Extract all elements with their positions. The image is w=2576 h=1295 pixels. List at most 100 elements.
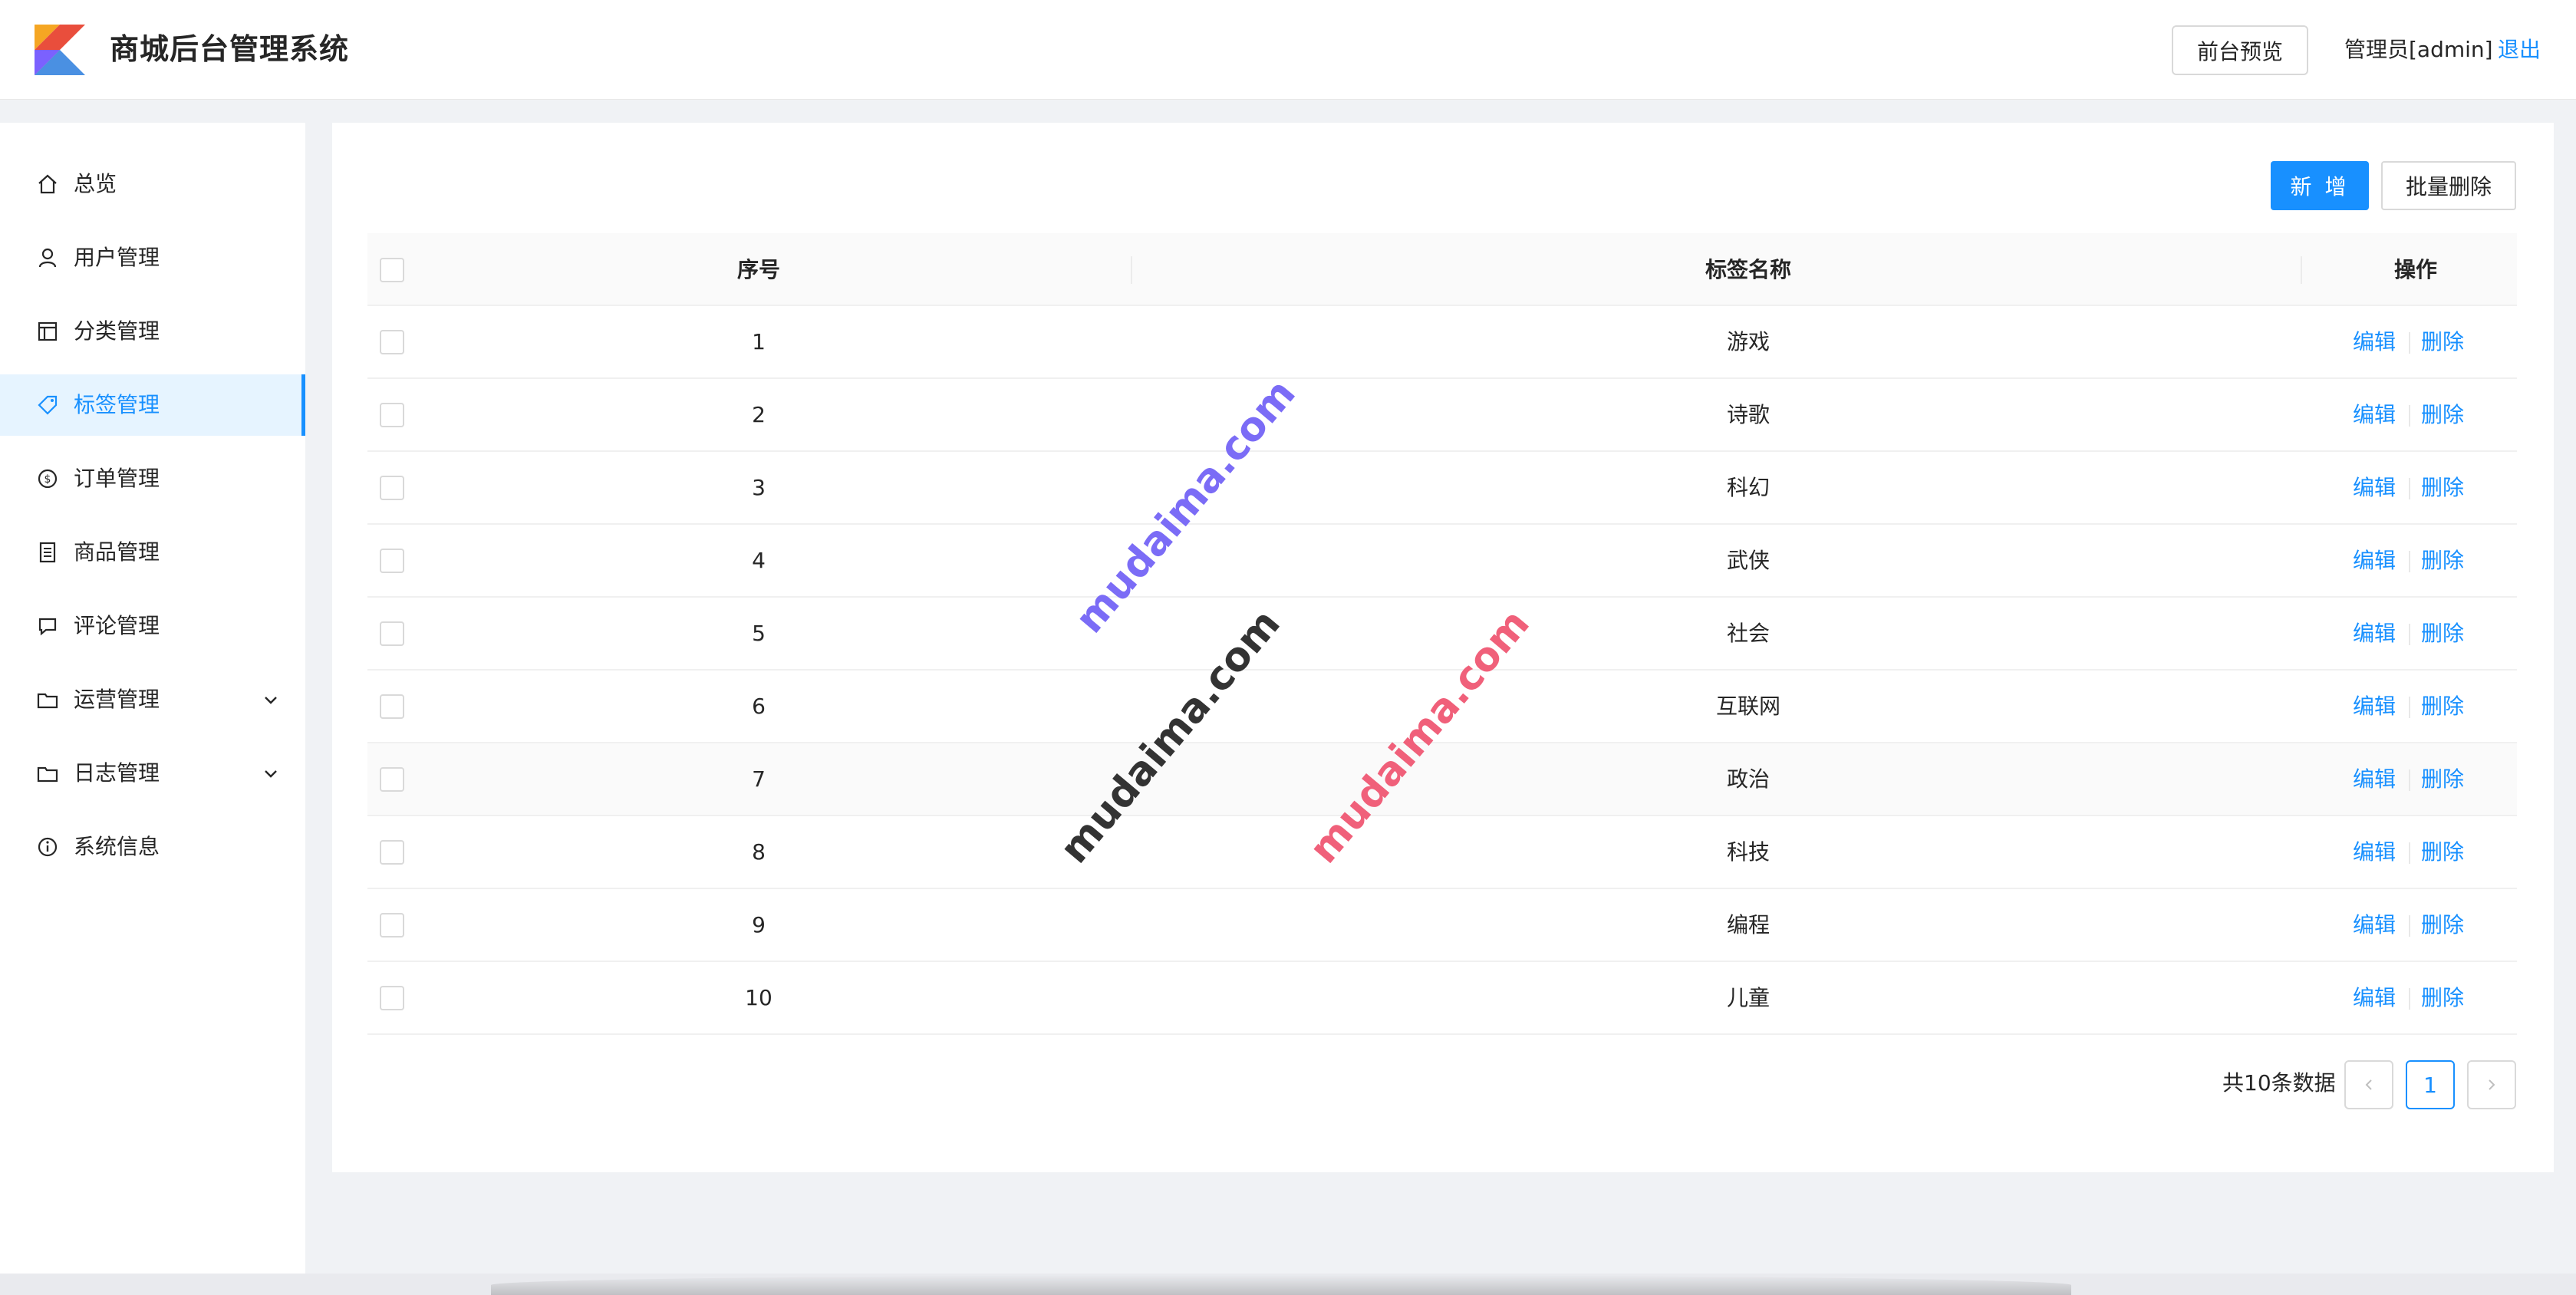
row-checkbox[interactable] [380, 767, 404, 792]
sidebar-item-label: 系统信息 [74, 834, 160, 859]
logout-link[interactable]: 退出 [2498, 34, 2541, 66]
sidebar-item-label: 用户管理 [74, 245, 160, 270]
edit-link[interactable]: 编辑 [2353, 379, 2396, 450]
row-tag-name: 编程 [1726, 912, 1770, 937]
sidebar-item-operations[interactable]: 运营管理 [0, 669, 305, 730]
delete-link[interactable]: 删除 [2421, 452, 2464, 523]
sidebar-item-categories[interactable]: 分类管理 [0, 301, 305, 362]
folder-icon [37, 766, 58, 783]
folder-icon [37, 693, 58, 709]
edit-link[interactable]: 编辑 [2353, 743, 2396, 815]
table-row[interactable]: 10 儿童 编辑 删除 [367, 962, 2517, 1035]
chevron-down-icon[interactable] [261, 690, 281, 710]
select-all-checkbox[interactable] [380, 258, 404, 282]
sidebar-item-label: 运营管理 [74, 687, 160, 712]
sidebar-item-users[interactable]: 用户管理 [0, 227, 305, 288]
sidebar-item-label: 分类管理 [74, 318, 160, 344]
chevron-right-icon [2489, 1079, 2495, 1090]
next-page-button[interactable] [2467, 1060, 2516, 1109]
sidebar-item-label: 总览 [74, 171, 117, 196]
table-row[interactable]: 2 诗歌 编辑 删除 [367, 379, 2517, 452]
sidebar-item-products[interactable]: 商品管理 [0, 522, 305, 583]
sidebar-item-system-info[interactable]: 系统信息 [0, 816, 305, 878]
dollar-icon: $ [38, 469, 58, 489]
user-icon [38, 248, 57, 268]
delete-link[interactable]: 删除 [2421, 743, 2464, 815]
table-row[interactable]: 9 编程 编辑 删除 [367, 889, 2517, 962]
delete-link[interactable]: 删除 [2421, 306, 2464, 377]
sidebar-item-tags[interactable]: 标签管理 [0, 374, 305, 436]
prev-page-button[interactable] [2344, 1060, 2393, 1109]
page-number-button[interactable]: 1 [2406, 1060, 2455, 1109]
batch-delete-button[interactable]: 批量删除 [2381, 161, 2516, 210]
row-tag-name: 科幻 [1726, 475, 1770, 500]
sidebar-item-orders[interactable]: $ 订单管理 [0, 448, 305, 509]
table-row[interactable]: 1 游戏 编辑 删除 [367, 306, 2517, 379]
delete-link[interactable]: 删除 [2421, 379, 2464, 450]
action-divider [2409, 842, 2410, 864]
column-divider [2301, 256, 2302, 284]
edit-link[interactable]: 编辑 [2353, 452, 2396, 523]
row-checkbox[interactable] [380, 403, 404, 427]
row-tag-name: 政治 [1726, 766, 1770, 792]
book-icon [39, 542, 56, 563]
edit-link[interactable]: 编辑 [2353, 889, 2396, 961]
row-index: 3 [752, 475, 766, 500]
table-row[interactable]: 5 社会 编辑 删除 [367, 598, 2517, 671]
table-row[interactable]: 7 政治 编辑 删除 [367, 743, 2517, 816]
action-divider [2409, 988, 2410, 1010]
row-index: 7 [752, 766, 766, 792]
action-divider [2409, 769, 2410, 791]
add-button[interactable]: 新 增 [2271, 161, 2369, 210]
row-checkbox[interactable] [380, 476, 404, 500]
delete-link[interactable]: 删除 [2421, 525, 2464, 596]
sidebar-item-label: 订单管理 [74, 466, 160, 491]
action-divider [2409, 697, 2410, 718]
row-index: 8 [752, 839, 766, 865]
sidebar: 总览 用户管理 分类管理 标签管理 $ 订单管理 商品管理 评论管理 运营管理 … [0, 123, 305, 1274]
row-index: 10 [745, 985, 772, 1010]
row-tag-name: 互联网 [1715, 694, 1780, 719]
sidebar-item-overview[interactable]: 总览 [0, 153, 305, 215]
row-checkbox[interactable] [380, 694, 404, 719]
delete-link[interactable]: 删除 [2421, 889, 2464, 961]
sidebar-item-comments[interactable]: 评论管理 [0, 595, 305, 657]
row-tag-name: 诗歌 [1726, 402, 1770, 427]
action-divider [2409, 551, 2410, 572]
edit-link[interactable]: 编辑 [2353, 962, 2396, 1033]
edit-link[interactable]: 编辑 [2353, 525, 2396, 596]
delete-link[interactable]: 删除 [2421, 671, 2464, 742]
svg-text:$: $ [44, 473, 51, 486]
sidebar-item-logs[interactable]: 日志管理 [0, 743, 305, 804]
sidebar-item-label: 评论管理 [74, 613, 160, 638]
column-header-actions: 操作 [2393, 257, 2437, 282]
delete-link[interactable]: 删除 [2421, 816, 2464, 888]
app-header: 商城后台管理系统 前台预览 管理员[admin] 退出 [0, 0, 2576, 100]
table-row[interactable]: 3 科幻 编辑 删除 [367, 452, 2517, 525]
sidebar-item-label: 商品管理 [74, 539, 160, 565]
row-index: 5 [752, 621, 766, 646]
row-checkbox[interactable] [380, 840, 404, 865]
row-checkbox[interactable] [380, 986, 404, 1010]
table-row[interactable]: 8 科技 编辑 删除 [367, 816, 2517, 889]
comment-icon [38, 618, 57, 636]
table-header: 序号 标签名称 操作 [367, 233, 2517, 306]
chevron-down-icon[interactable] [261, 763, 281, 783]
edit-link[interactable]: 编辑 [2353, 306, 2396, 377]
chevron-left-icon [2365, 1079, 2372, 1090]
edit-link[interactable]: 编辑 [2353, 816, 2396, 888]
row-checkbox[interactable] [380, 913, 404, 937]
row-checkbox[interactable] [380, 330, 404, 354]
row-checkbox[interactable] [380, 549, 404, 573]
delete-link[interactable]: 删除 [2421, 962, 2464, 1033]
delete-link[interactable]: 删除 [2421, 598, 2464, 669]
row-tag-name: 社会 [1726, 621, 1770, 646]
frontend-preview-button[interactable]: 前台预览 [2172, 25, 2308, 75]
edit-link[interactable]: 编辑 [2353, 598, 2396, 669]
table-row[interactable]: 4 武侠 编辑 删除 [367, 525, 2517, 598]
row-checkbox[interactable] [380, 621, 404, 646]
row-index: 1 [752, 329, 766, 354]
sidebar-item-label: 日志管理 [74, 760, 160, 786]
row-tag-name: 武侠 [1726, 548, 1770, 573]
edit-link[interactable]: 编辑 [2353, 671, 2396, 742]
